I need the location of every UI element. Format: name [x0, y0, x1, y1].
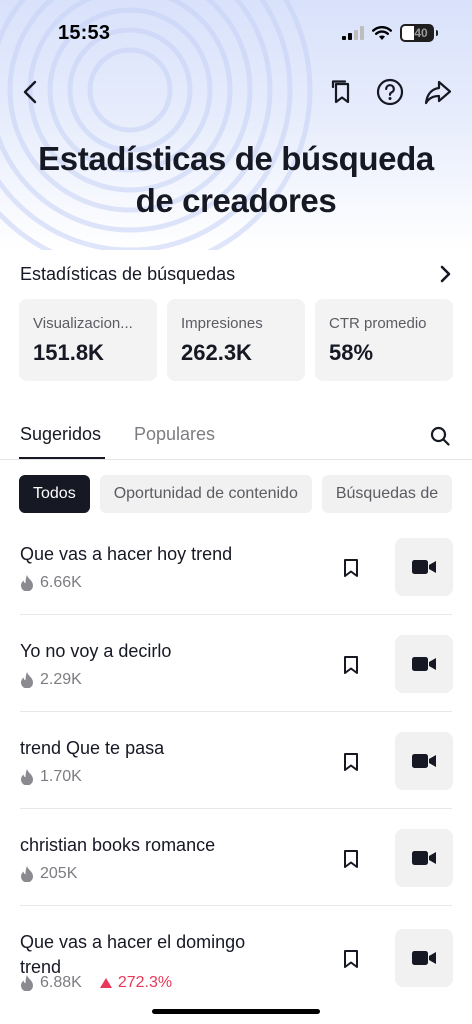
- tabs: Sugeridos Populares: [0, 416, 472, 460]
- video-camera-icon: [412, 851, 436, 865]
- nav-bar: [0, 72, 472, 112]
- cellular-signal-icon: [342, 26, 364, 40]
- flame-icon: [21, 769, 33, 785]
- video-camera-icon: [412, 560, 436, 574]
- bookmark-stack-icon: [331, 80, 350, 104]
- stat-value: 58%: [329, 340, 374, 365]
- tab-sugeridos[interactable]: Sugeridos: [20, 424, 101, 445]
- chip-todos[interactable]: Todos: [19, 475, 90, 513]
- back-button[interactable]: [16, 76, 44, 108]
- list-item[interactable]: christian books romance 205K: [0, 809, 472, 906]
- suggestion-list: Que vas a hacer hoy trend 6.66K Yo no vo…: [0, 518, 472, 1016]
- video-camera-icon: [412, 754, 436, 768]
- bookmark-button[interactable]: [338, 652, 364, 678]
- wifi-icon: [372, 25, 392, 40]
- share-button[interactable]: [424, 76, 452, 108]
- stat-card-ctr[interactable]: CTR promedio 58%: [315, 299, 453, 381]
- list-item[interactable]: Que vas a hacer el domingo trend 6.88K 2…: [0, 906, 472, 1016]
- bookmark-button[interactable]: [338, 846, 364, 872]
- stats-section-title: Estadísticas de búsquedas: [20, 263, 236, 284]
- bookmark-icon: [344, 656, 358, 674]
- bookmark-icon: [344, 950, 358, 968]
- item-title: Yo no voy a decirlo: [20, 641, 172, 661]
- status-bar: 15:53 40: [0, 0, 472, 60]
- stat-label: CTR promedio: [329, 315, 427, 332]
- bookmark-icon: [344, 753, 358, 771]
- bookmark-icon: [344, 850, 358, 868]
- item-meta: 1.70K: [20, 768, 82, 786]
- create-video-button[interactable]: [395, 929, 453, 987]
- create-video-button[interactable]: [395, 538, 453, 596]
- trend-value: 272.3%: [117, 974, 173, 991]
- item-views: 6.88K: [40, 974, 82, 991]
- share-icon: [424, 80, 452, 105]
- item-views: 205K: [40, 865, 78, 882]
- item-meta: 205K: [20, 865, 77, 883]
- stats-section-header[interactable]: Estadísticas de búsquedas: [20, 260, 452, 288]
- status-icons: 40: [342, 24, 438, 42]
- create-video-button[interactable]: [395, 635, 453, 693]
- stat-card-views[interactable]: Visualizacion... 151.8K: [19, 299, 157, 381]
- chevron-left-icon: [23, 80, 37, 104]
- battery-level: 40: [414, 26, 428, 40]
- status-time: 15:53: [58, 22, 111, 44]
- item-title: Que vas a hacer hoy trend: [20, 544, 233, 564]
- home-indicator[interactable]: [152, 1009, 320, 1014]
- saved-button[interactable]: [328, 76, 356, 108]
- filter-chips: Todos Oportunidad de contenido Búsquedas…: [19, 475, 453, 513]
- item-views: 1.70K: [40, 768, 82, 785]
- item-views: 6.66K: [40, 574, 82, 591]
- flame-icon: [21, 575, 33, 591]
- item-views: 2.29K: [40, 671, 82, 688]
- search-button[interactable]: [428, 424, 452, 448]
- create-video-button[interactable]: [395, 732, 453, 790]
- flame-icon: [21, 975, 33, 991]
- list-item[interactable]: trend Que te pasa 1.70K: [0, 712, 472, 809]
- item-meta: 6.66K: [20, 574, 82, 592]
- video-camera-icon: [412, 951, 436, 965]
- item-meta: 6.88K 272.3%: [20, 974, 172, 992]
- battery-icon: 40: [400, 24, 438, 42]
- item-title: trend Que te pasa: [20, 738, 165, 758]
- flame-icon: [21, 866, 33, 882]
- bookmark-icon: [344, 559, 358, 577]
- stat-value: 151.8K: [33, 340, 104, 365]
- search-icon: [430, 426, 450, 446]
- nav-actions: [328, 76, 452, 108]
- bookmark-button[interactable]: [338, 749, 364, 775]
- item-meta: 2.29K: [20, 671, 82, 689]
- stat-label: Impresiones: [181, 315, 263, 332]
- item-title: Que vas a hacer el domingo trend: [20, 932, 246, 977]
- stat-value: 262.3K: [181, 340, 252, 365]
- bookmark-button[interactable]: [338, 946, 364, 972]
- triangle-up-icon: [99, 978, 112, 988]
- bookmark-button[interactable]: [338, 555, 364, 581]
- stat-card-impressions[interactable]: Impresiones 262.3K: [167, 299, 305, 381]
- stat-label: Visualizacion...: [33, 315, 133, 332]
- active-tab-indicator: [19, 457, 105, 459]
- help-icon: [376, 78, 404, 106]
- page-title: Estadísticas de búsqueda de creadores: [38, 140, 434, 219]
- create-video-button[interactable]: [395, 829, 453, 887]
- tab-populares[interactable]: Populares: [134, 424, 215, 445]
- help-button[interactable]: [376, 76, 404, 108]
- trend-badge: 272.3%: [99, 974, 173, 992]
- item-title: christian books romance: [20, 835, 216, 855]
- list-item[interactable]: Yo no voy a decirlo 2.29K: [0, 615, 472, 712]
- chip-oportunidad[interactable]: Oportunidad de contenido: [99, 475, 312, 513]
- list-item[interactable]: Que vas a hacer hoy trend 6.66K: [0, 518, 472, 615]
- stats-cards: Visualizacion... 151.8K Impresiones 262.…: [19, 299, 453, 381]
- chip-busquedas[interactable]: Búsquedas de: [321, 475, 453, 513]
- video-camera-icon: [412, 657, 436, 671]
- flame-icon: [21, 672, 33, 688]
- chevron-right-icon: [440, 265, 451, 283]
